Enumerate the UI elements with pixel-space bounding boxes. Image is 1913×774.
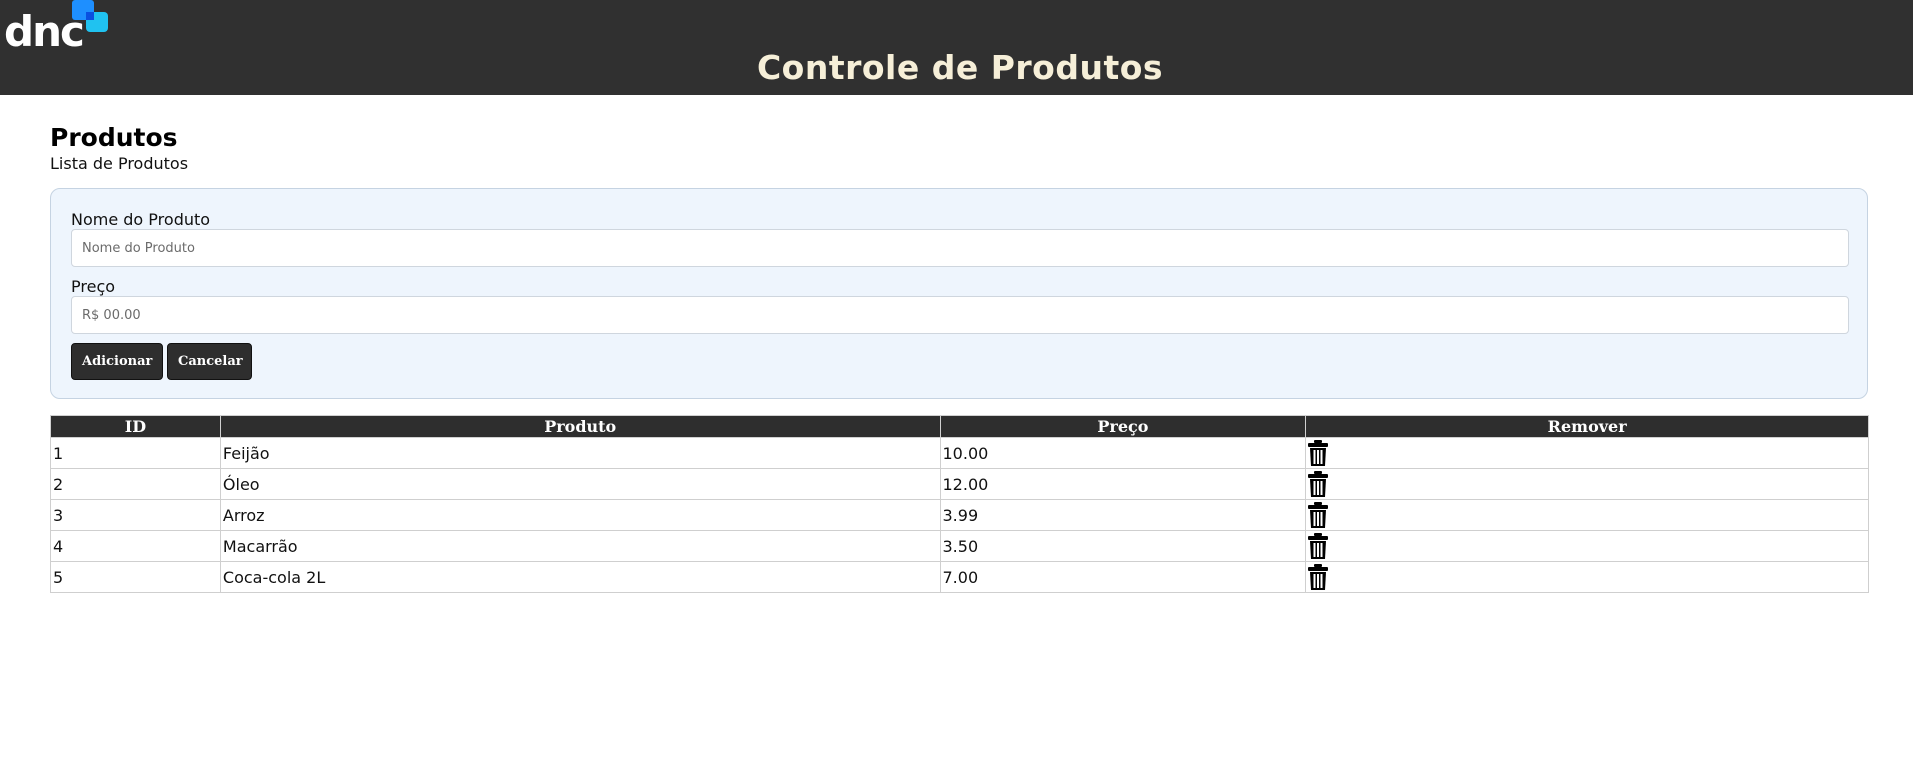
cell-remove (1305, 499, 1869, 531)
cell-product: Feijão (219, 437, 941, 469)
column-header-price: Preço (939, 415, 1307, 438)
table-row: 1 Feijão 10.00 (50, 437, 1869, 469)
cell-product: Coca-cola 2L (219, 561, 941, 593)
products-table: ID Produto Preço Remover 1 Feijão 10.00 2 Ól… (50, 415, 1869, 593)
page-subtitle: Lista de Produtos (50, 154, 189, 173)
product-form: Nome do Produto Preço Adicionar Cancelar (50, 188, 1868, 399)
cancel-button[interactable]: Cancelar (167, 343, 252, 380)
price-label: Preço (71, 277, 116, 296)
column-header-remove: Remover (1305, 415, 1869, 438)
cell-price: 7.00 (939, 561, 1307, 593)
product-name-label: Nome do Produto (71, 210, 211, 229)
cell-id: 3 (50, 499, 221, 531)
price-input[interactable] (71, 296, 1849, 334)
cell-price: 12.00 (939, 468, 1307, 500)
add-button[interactable]: Adicionar (71, 343, 163, 380)
cell-remove (1305, 437, 1869, 469)
cell-id: 5 (50, 561, 221, 593)
cell-product: Arroz (219, 499, 941, 531)
cell-price: 3.50 (939, 530, 1307, 562)
cell-remove (1305, 468, 1869, 500)
cell-product: Macarrão (219, 530, 941, 562)
page-title: Produtos (50, 123, 178, 152)
cell-price: 3.99 (939, 499, 1307, 531)
table-row: 4 Macarrão 3.50 (50, 530, 1869, 562)
logo-square-overlap (86, 12, 94, 20)
trash-icon[interactable] (1308, 470, 1329, 498)
app-title: Controle de Produtos (756, 48, 1164, 87)
app-header: dnc Controle de Produtos (0, 0, 1913, 95)
cell-id: 4 (50, 530, 221, 562)
table-row: 2 Óleo 12.00 (50, 468, 1869, 500)
cell-id: 1 (50, 437, 221, 469)
cell-product: Óleo (219, 468, 941, 500)
table-header-row: ID Produto Preço Remover (50, 415, 1869, 438)
cell-price: 10.00 (939, 437, 1307, 469)
column-header-id: ID (50, 415, 221, 438)
cell-remove (1305, 561, 1869, 593)
table-body: 1 Feijão 10.00 2 Óleo 12.00 3 Arroz 3.99 4 Macarrã… (50, 437, 1869, 593)
product-name-input[interactable] (71, 229, 1849, 267)
trash-icon[interactable] (1308, 439, 1329, 467)
table-row: 3 Arroz 3.99 (50, 499, 1869, 531)
cell-remove (1305, 530, 1869, 562)
cell-id: 2 (50, 468, 221, 500)
trash-icon[interactable] (1308, 501, 1329, 529)
column-header-product: Produto (219, 415, 941, 438)
trash-icon[interactable] (1308, 532, 1329, 560)
table-row: 5 Coca-cola 2L 7.00 (50, 561, 1869, 593)
trash-icon[interactable] (1308, 563, 1329, 591)
